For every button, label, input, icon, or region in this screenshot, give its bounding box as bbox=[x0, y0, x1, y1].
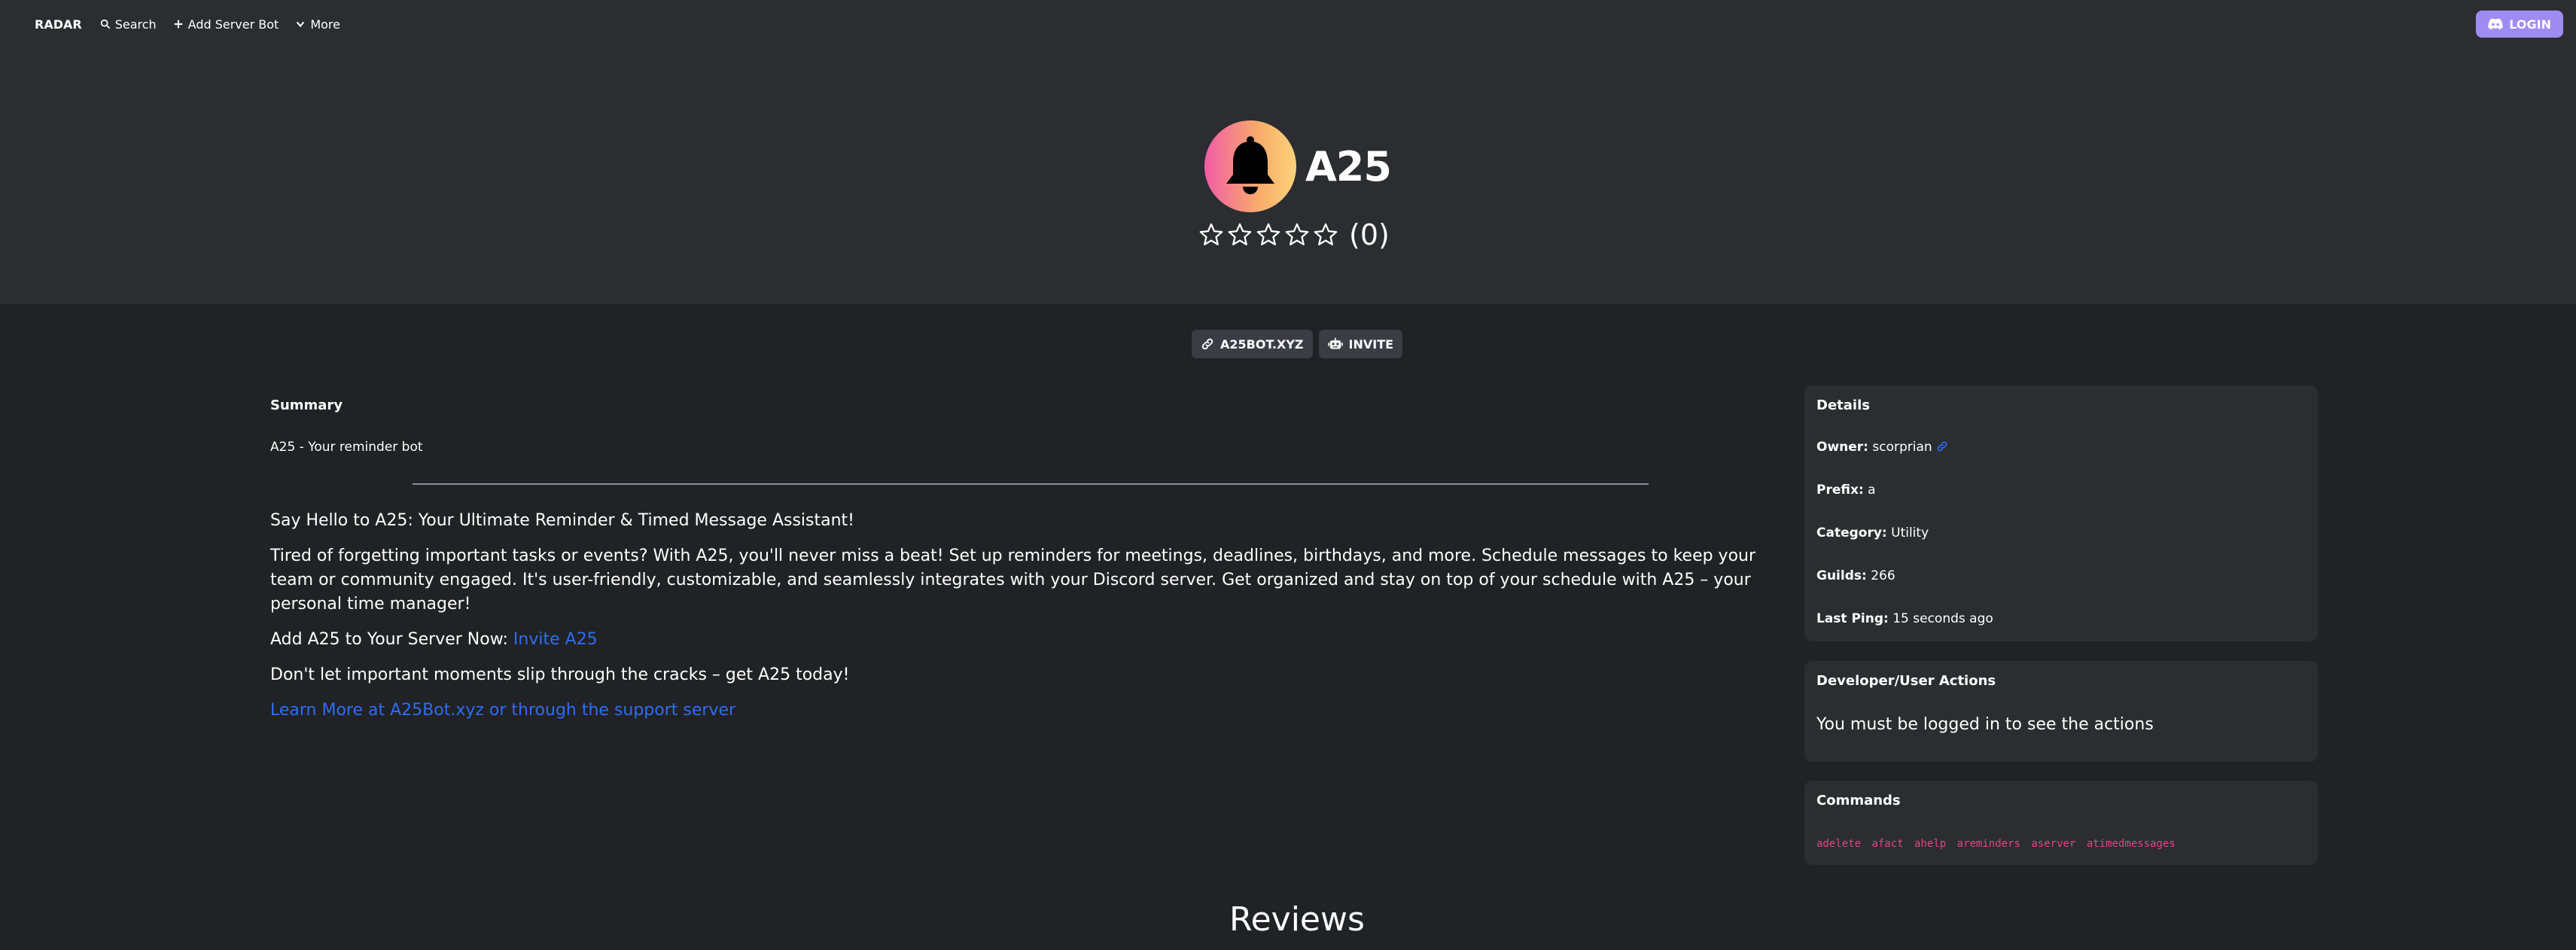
command-item: aserver bbox=[2031, 838, 2076, 850]
category-value: Utility bbox=[1891, 525, 1929, 540]
detail-owner: Owner: scorprian bbox=[1816, 440, 1948, 455]
commands-title: Commands bbox=[1816, 793, 1901, 808]
star-icon[interactable] bbox=[1198, 222, 1224, 248]
brand-logo[interactable]: RADAR bbox=[35, 17, 82, 32]
star-icon[interactable] bbox=[1284, 222, 1310, 248]
guilds-value: 266 bbox=[1871, 568, 1895, 583]
link-icon bbox=[1201, 338, 1213, 350]
bot-avatar bbox=[1204, 120, 1296, 212]
details-panel: Details Owner: scorprian Prefix: a Categ… bbox=[1804, 385, 2318, 641]
guilds-label: Guilds: bbox=[1816, 568, 1867, 583]
search-icon bbox=[100, 19, 110, 29]
owner-value: scorprian bbox=[1872, 440, 1932, 455]
owner-label: Owner: bbox=[1816, 440, 1868, 455]
summary-title: Summary bbox=[270, 397, 343, 413]
commands-panel: Commands adelete afact ahelp areminders … bbox=[1804, 781, 2318, 865]
commands-list: adelete afact ahelp areminders aserver a… bbox=[1816, 838, 2176, 850]
description-add-line: Add A25 to Your Server Now: Invite A25 bbox=[270, 628, 1776, 652]
star-icon[interactable] bbox=[1227, 222, 1253, 248]
top-navbar: RADAR Search Add Server Bot More bbox=[0, 0, 2576, 48]
summary-text: A25 - Your reminder bot bbox=[270, 440, 423, 455]
category-label: Category: bbox=[1816, 525, 1887, 540]
command-item: atimedmessages bbox=[2086, 838, 2176, 850]
plus-icon bbox=[174, 20, 182, 29]
bell-icon bbox=[1226, 136, 1274, 194]
dev-actions-panel: Developer/User Actions You must be logge… bbox=[1804, 661, 2318, 762]
command-item: ahelp bbox=[1914, 838, 1947, 850]
robot-icon bbox=[1327, 337, 1343, 349]
discord-icon bbox=[2488, 18, 2503, 30]
description-add-prefix: Add A25 to Your Server Now: bbox=[270, 630, 513, 649]
description-paragraph: Tired of forgetting important tasks or e… bbox=[270, 547, 1756, 614]
rating-count: (0) bbox=[1349, 218, 1390, 251]
dev-actions-title: Developer/User Actions bbox=[1816, 673, 1996, 689]
command-item: adelete bbox=[1816, 838, 1862, 850]
description-dont-let: Don't let important moments slip through… bbox=[270, 665, 850, 684]
nav-add-server-bot-label: Add Server Bot bbox=[187, 17, 279, 32]
website-button[interactable]: A25BOT.XYZ bbox=[1192, 330, 1313, 358]
command-item: areminders bbox=[1956, 838, 2020, 850]
login-label: LOGIN bbox=[2509, 17, 2551, 32]
bot-rating: (0) bbox=[1198, 218, 1390, 251]
star-icon[interactable] bbox=[1256, 222, 1281, 248]
nav-search-label: Search bbox=[114, 17, 157, 32]
detail-prefix: Prefix: a bbox=[1816, 483, 1876, 498]
chevron-down-icon bbox=[297, 21, 305, 28]
star-icon[interactable] bbox=[1313, 222, 1338, 248]
invite-button-label: INVITE bbox=[1348, 336, 1394, 352]
learn-more-link[interactable]: Learn More at A25Bot.xyz or through the … bbox=[270, 699, 1776, 723]
link-icon[interactable] bbox=[1936, 440, 1948, 452]
bot-header: A25 bbox=[1204, 120, 1392, 212]
login-button[interactable]: LOGIN bbox=[2476, 11, 2563, 38]
detail-last-ping: Last Ping: 15 seconds ago bbox=[1816, 611, 1993, 626]
website-button-label: A25BOT.XYZ bbox=[1220, 336, 1304, 352]
prefix-value: a bbox=[1868, 483, 1876, 498]
last-ping-value: 15 seconds ago bbox=[1892, 611, 1993, 626]
last-ping-label: Last Ping: bbox=[1816, 611, 1889, 626]
prefix-label: Prefix: bbox=[1816, 483, 1864, 498]
detail-category: Category: Utility bbox=[1816, 525, 1929, 540]
command-item: afact bbox=[1871, 838, 1904, 850]
reviews-title: Reviews bbox=[1229, 900, 1365, 939]
nav-more-label: More bbox=[310, 17, 340, 32]
bot-description: Say Hello to A25: Your Ultimate Reminder… bbox=[270, 509, 1776, 734]
nav-more[interactable]: More bbox=[295, 17, 340, 32]
invite-button[interactable]: INVITE bbox=[1318, 330, 1403, 358]
details-title: Details bbox=[1816, 397, 1870, 413]
bot-action-buttons: A25BOT.XYZ INVITE bbox=[1192, 330, 1403, 358]
dev-actions-message: You must be logged in to see the actions bbox=[1816, 715, 2154, 734]
divider bbox=[413, 483, 1649, 485]
description-heading: Say Hello to A25: Your Ultimate Reminder… bbox=[270, 511, 854, 530]
nav-add-server-bot[interactable]: Add Server Bot bbox=[173, 17, 279, 32]
detail-guilds: Guilds: 266 bbox=[1816, 568, 1895, 583]
bot-name: A25 bbox=[1305, 142, 1392, 190]
nav-search[interactable]: Search bbox=[100, 17, 157, 32]
invite-a25-link[interactable]: Invite A25 bbox=[513, 630, 598, 649]
